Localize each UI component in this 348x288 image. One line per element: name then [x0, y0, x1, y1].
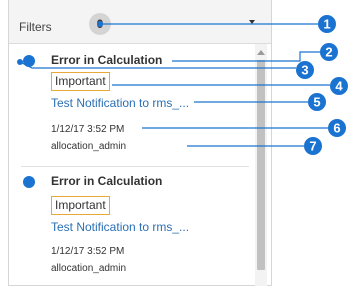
- notification-card[interactable]: Error in Calculation Important Test Noti…: [9, 44, 249, 166]
- callout-marker: 4: [330, 77, 348, 95]
- notification-link[interactable]: Test Notification to rms_...: [51, 220, 189, 234]
- notification-datetime: 1/12/17 3:52 PM: [51, 124, 125, 135]
- notification-title: Error in Calculation: [51, 174, 163, 188]
- notification-list: Error in Calculation Important Test Noti…: [9, 44, 271, 286]
- callout-marker: 6: [328, 119, 346, 137]
- notification-title: Error in Calculation: [51, 53, 163, 67]
- callout-marker: 5: [308, 93, 326, 111]
- notification-link[interactable]: Test Notification to rms_...: [51, 96, 189, 110]
- scrollbar-thumb[interactable]: [257, 60, 265, 270]
- callout-number: 2: [325, 45, 332, 60]
- filters-count-badge: 0: [89, 13, 111, 35]
- chevron-down-icon[interactable]: [249, 20, 255, 24]
- callout-number: 7: [309, 139, 316, 154]
- notification-user: allocation_admin: [51, 263, 127, 274]
- unread-dot-icon: [23, 176, 35, 188]
- callout-marker: 3: [296, 61, 314, 79]
- importance-badge: Important: [51, 196, 110, 215]
- callout-number: 3: [301, 63, 308, 78]
- callout-marker: 7: [304, 137, 322, 155]
- callout-number: 6: [333, 121, 340, 136]
- filters-label: Filters: [19, 20, 52, 34]
- callout-marker: 1: [318, 15, 336, 33]
- notifications-panel: Filters 0 Error in Calculation Important…: [8, 0, 272, 286]
- notification-datetime: 1/12/17 3:52 PM: [51, 246, 125, 257]
- card-divider: [21, 166, 249, 167]
- filters-bar[interactable]: Filters 0: [9, 0, 271, 44]
- notification-card[interactable]: Error in Calculation Important Test Noti…: [9, 166, 249, 288]
- scroll-up-arrow-icon[interactable]: [257, 50, 265, 55]
- callout-marker: 2: [320, 43, 338, 61]
- unread-dot-icon: [23, 55, 35, 67]
- callout-number: 5: [313, 95, 320, 110]
- callout-number: 1: [323, 17, 330, 32]
- notification-user: allocation_admin: [51, 141, 127, 152]
- callout-number: 4: [335, 79, 343, 94]
- importance-badge: Important: [51, 72, 110, 91]
- scrollbar[interactable]: [255, 44, 267, 286]
